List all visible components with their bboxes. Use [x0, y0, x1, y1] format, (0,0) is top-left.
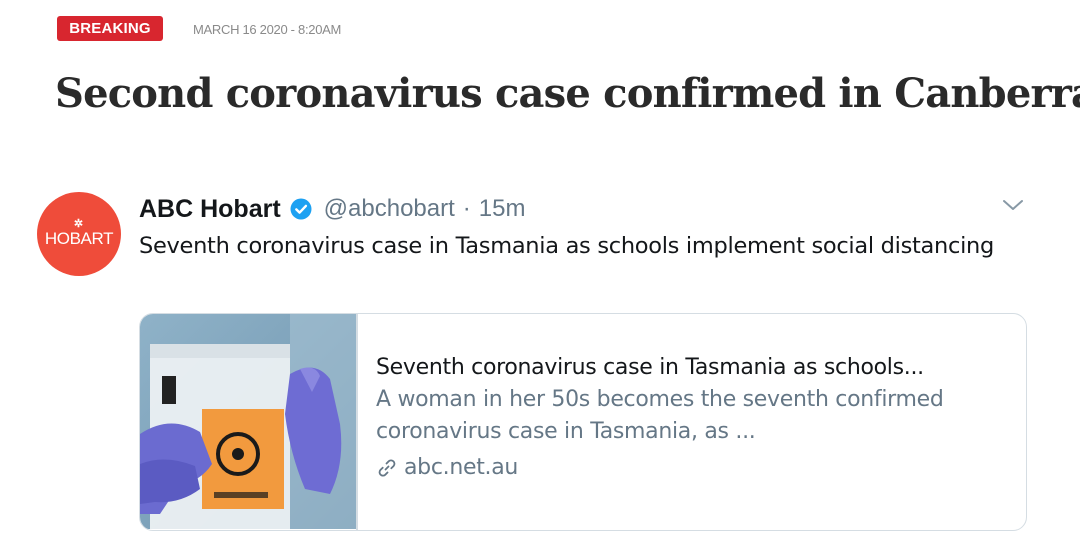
link-preview-card[interactable]: Seventh coronavirus case in Tasmania as …: [139, 313, 1027, 531]
avatar-label: HOBART: [44, 229, 114, 248]
header-separator: ·: [462, 195, 471, 222]
card-divider: [356, 314, 358, 530]
card-domain-row: abc.net.au: [376, 452, 1016, 484]
tweet-header: ABC Hobart @abchobart · 15m: [139, 194, 525, 224]
card-body: Seventh coronavirus case in Tasmania as …: [376, 352, 1016, 484]
link-icon: [378, 459, 396, 477]
verified-badge-icon: [290, 198, 312, 220]
tweet-text: Seventh coronavirus case in Tasmania as …: [139, 233, 994, 259]
card-domain: abc.net.au: [404, 455, 519, 480]
tweet-timestamp[interactable]: 15m: [479, 195, 526, 223]
article-headline: Second coronavirus case confirmed in Can…: [55, 70, 1080, 117]
author-name[interactable]: ABC Hobart: [139, 195, 281, 224]
chevron-down-icon[interactable]: [1001, 196, 1025, 214]
card-title: Seventh coronavirus case in Tasmania as …: [376, 355, 924, 380]
breaking-badge: BREAKING: [57, 16, 163, 41]
card-thumbnail-image: [140, 314, 356, 529]
article-dateline: MARCH 16 2020 - 8:20AM: [193, 22, 342, 37]
avatar[interactable]: ✲ HOBART: [37, 192, 121, 276]
card-description: A woman in her 50s becomes the seventh c…: [376, 387, 944, 444]
author-handle[interactable]: @abchobart: [324, 195, 455, 223]
